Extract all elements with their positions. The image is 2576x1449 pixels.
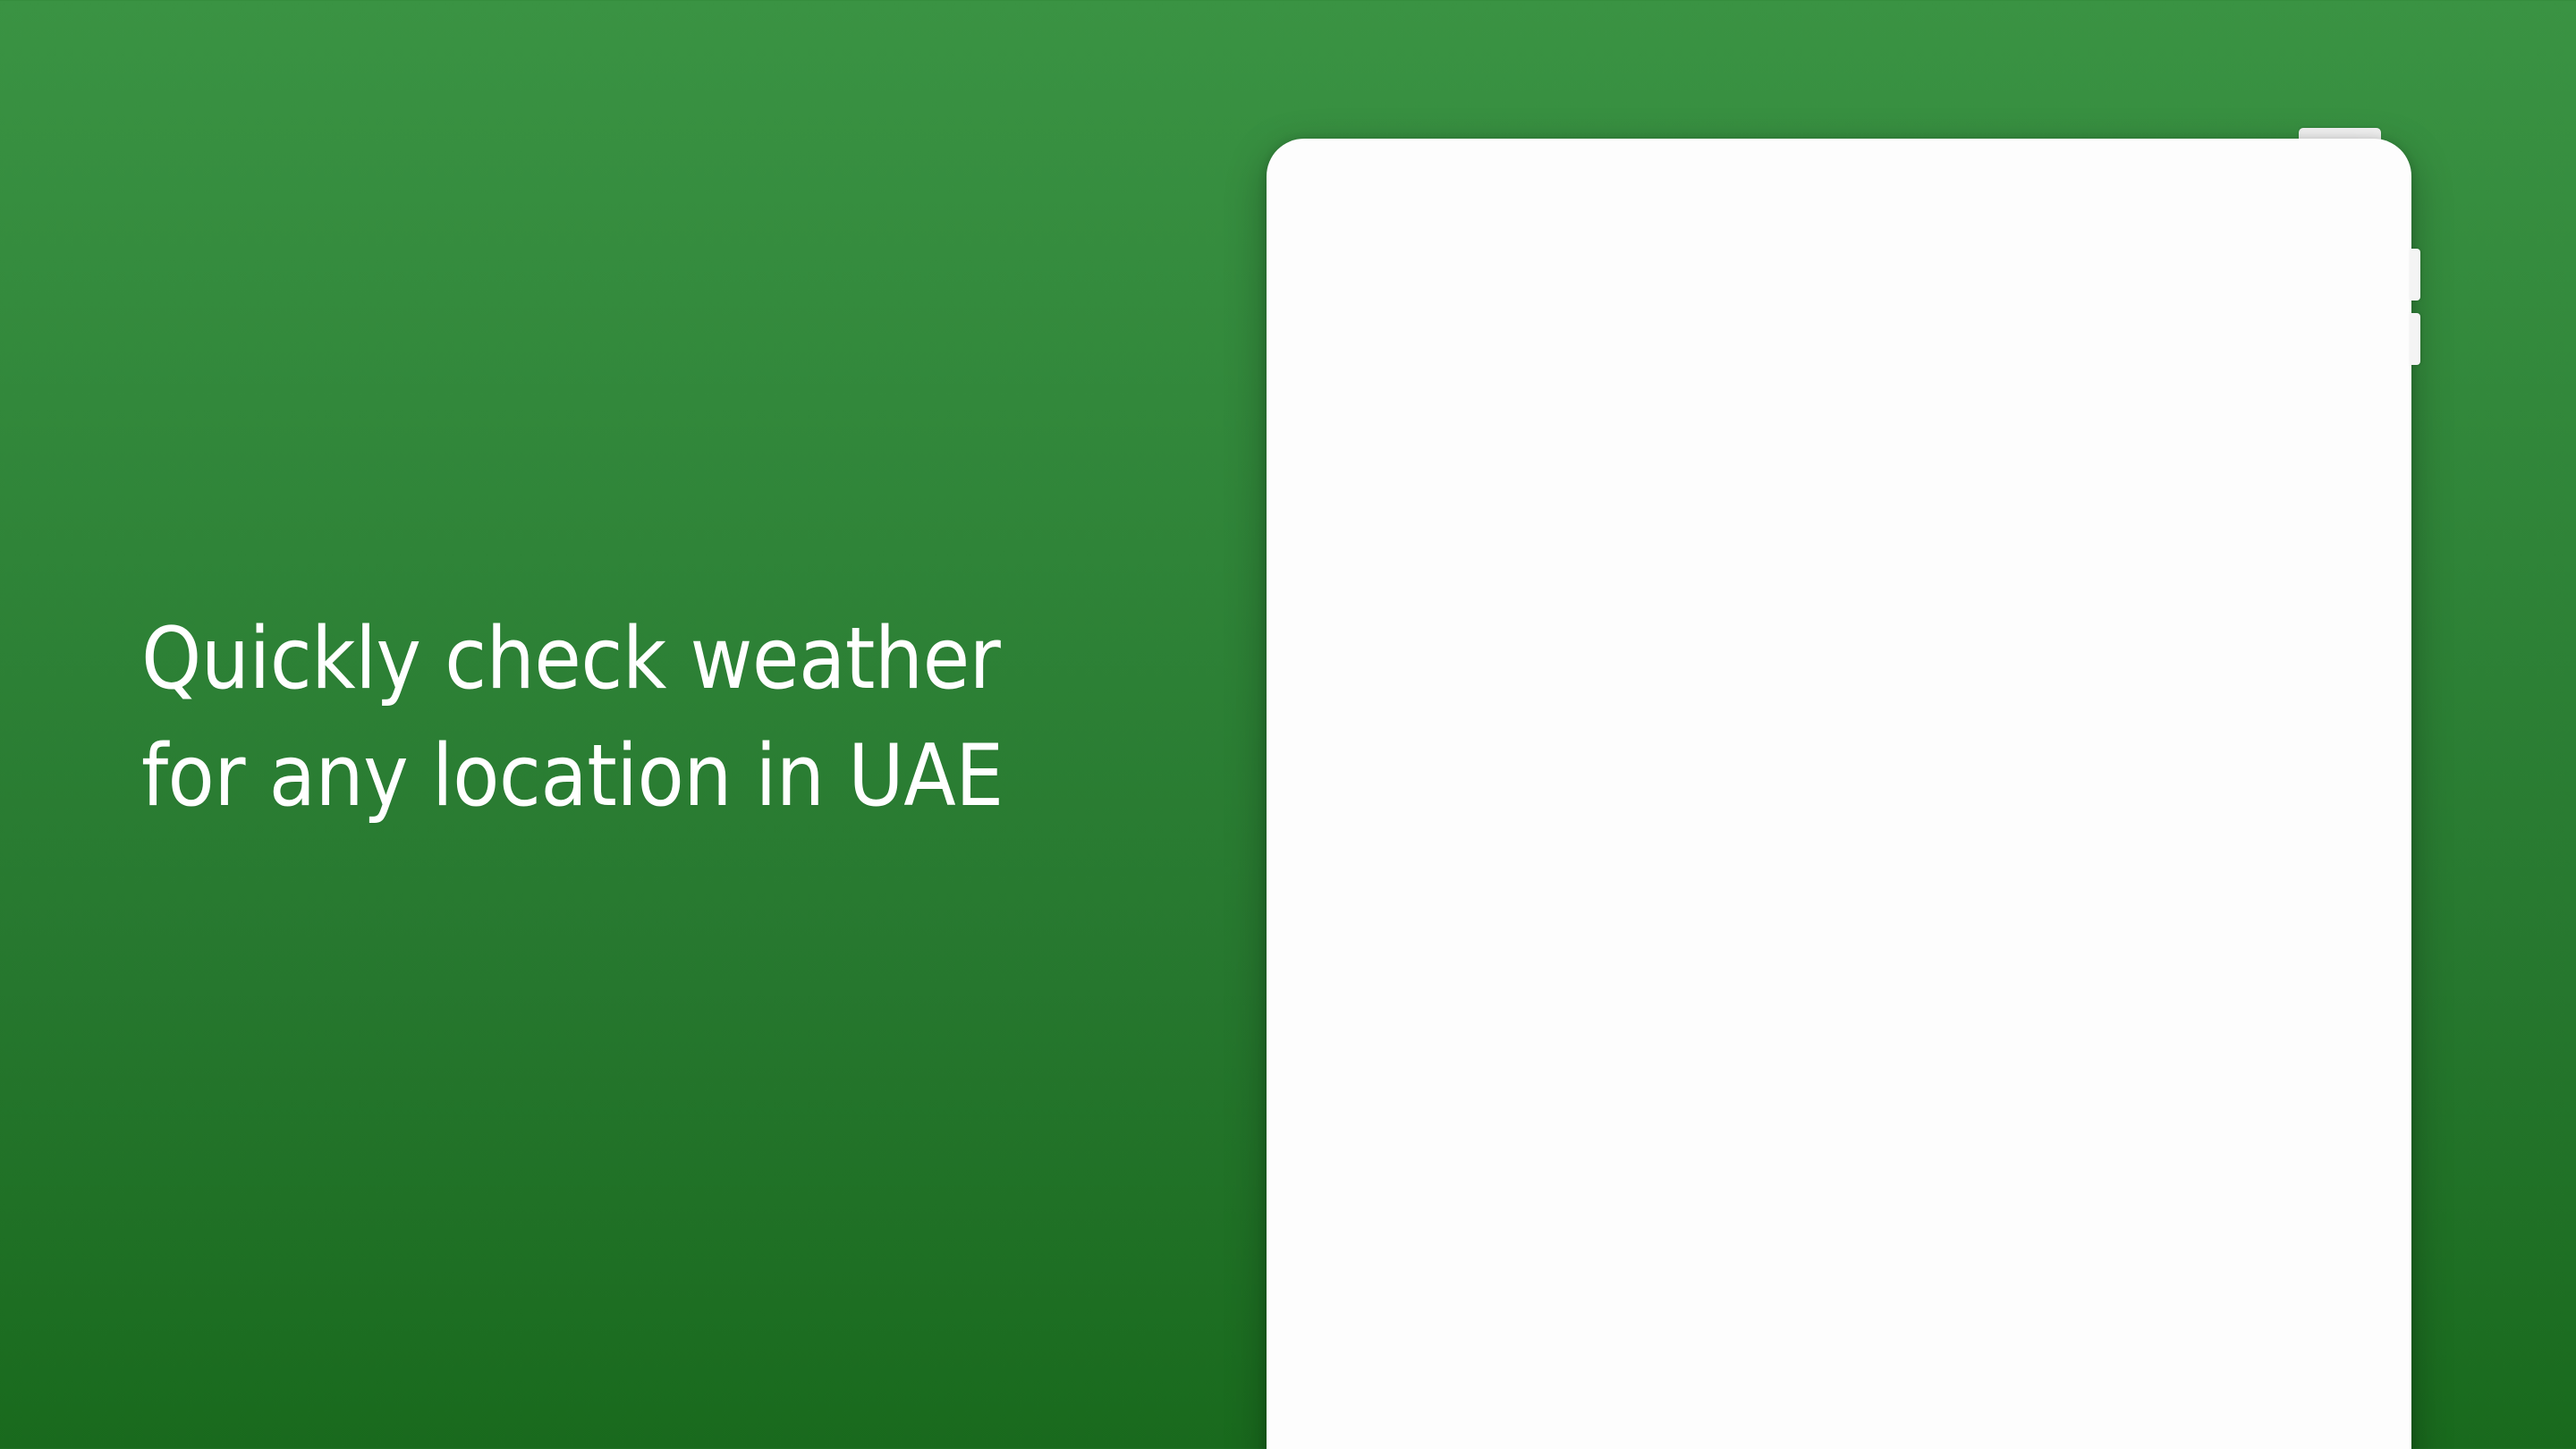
device-volume-up-button <box>2410 249 2420 301</box>
tablet-device-frame: 31° clear sky Windkm/hDew Point20°UV Ind… <box>1267 139 2411 1449</box>
device-volume-down-button <box>2410 313 2420 365</box>
marketing-headline: Quickly check weather for any location i… <box>141 610 1004 826</box>
